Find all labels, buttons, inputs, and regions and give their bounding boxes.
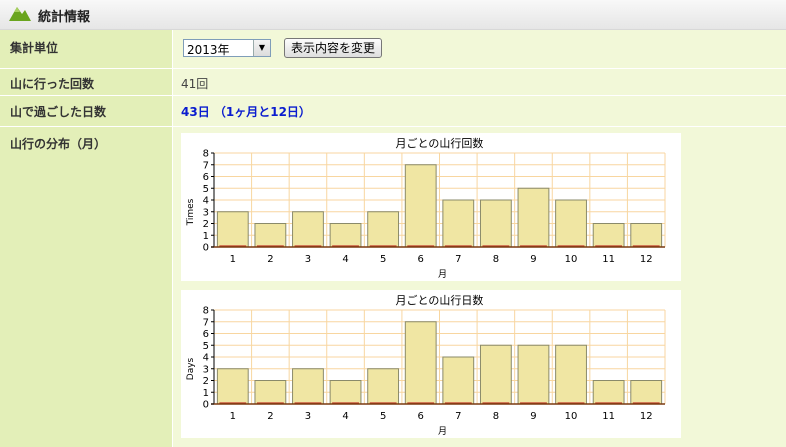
y-tick-label: 8	[203, 149, 209, 160]
chart-title: 月ごとの山行回数	[396, 136, 484, 150]
x-tick-label: 10	[565, 254, 578, 265]
x-tick-label: 8	[493, 411, 499, 422]
y-tick-label: 3	[203, 364, 209, 375]
bar	[555, 199, 587, 248]
y-tick-label: 1	[203, 388, 209, 399]
bar	[479, 199, 512, 248]
x-tick-label: 11	[602, 411, 615, 422]
x-tick-label: 3	[305, 254, 311, 265]
distribution-label: 山行の分布（月）	[10, 137, 107, 151]
x-tick-label: 3	[305, 411, 311, 422]
x-tick-label: 5	[380, 411, 386, 422]
bar	[216, 211, 249, 248]
bar	[254, 380, 287, 405]
y-tick-label: 3	[203, 207, 209, 218]
y-tick-label: 1	[203, 231, 209, 242]
x-tick-label: 12	[640, 254, 653, 265]
x-tick-label: 7	[455, 411, 461, 422]
days-value-link[interactable]: 43日 （1ヶ月と12日）	[181, 103, 311, 120]
bar	[404, 164, 437, 248]
y-tick-label: 0	[203, 400, 209, 411]
days-chart-svg: 月ごとの山行日数0123456781 2 3 4 5 6 7 8 9 10 11 12月Days	[186, 293, 666, 437]
x-tick-label: 9	[530, 411, 536, 422]
y-tick-label: 4	[203, 196, 209, 207]
days-label: 山で過ごした日数	[10, 105, 107, 119]
bar	[517, 187, 550, 248]
bar	[442, 199, 475, 248]
x-tick-label: 6	[418, 411, 424, 422]
bar	[254, 223, 287, 248]
x-axis-label: 月	[438, 269, 447, 280]
bar	[592, 223, 625, 248]
mountain-icon	[9, 7, 31, 21]
bar	[329, 223, 362, 248]
bar	[367, 368, 400, 405]
y-tick-label: 2	[203, 376, 209, 387]
y-tick-label: 5	[203, 341, 209, 352]
bar	[592, 380, 625, 405]
bar	[630, 380, 663, 405]
x-tick-label: 9	[530, 254, 536, 265]
unit-label: 集計単位	[10, 41, 59, 55]
times-chart-svg: 月ごとの山行回数0123456781 2 3 4 5 6 7 8 9 10 11 12月Times	[186, 136, 666, 280]
year-select-value: 2013年	[187, 43, 230, 57]
row-distribution: 山行の分布（月） 月ごとの山行回数 0 1 2 3 4 5 6 7 8 1 2 3 4 5 6 7 8 9 10 11 1…	[0, 127, 786, 447]
bar	[442, 356, 475, 405]
y-tick-label: 7	[203, 317, 209, 328]
bar	[630, 223, 663, 248]
y-tick-label: 8	[203, 306, 209, 317]
y-axis-label: Times	[186, 198, 196, 226]
visits-value: 41回	[181, 77, 209, 91]
x-tick-label: 10	[565, 411, 578, 422]
bar	[292, 368, 324, 405]
times-chart: 月ごとの山行回数 0 1 2 3 4 5 6 7 8 1 2 3 4 5 6 7 8 9 10 11 12 月 Times	[181, 133, 681, 281]
x-tick-label: 1	[230, 254, 236, 265]
x-tick-label: 2	[267, 411, 273, 422]
change-display-button[interactable]: 表示内容を変更	[284, 38, 383, 58]
days-chart: 月ごとの山行日数 0 1 2 3 4 5 6 7 8 1 2 3 4 5 6 7 8 9 10 11 12 月 Days	[181, 290, 681, 438]
section-title: 統計情報	[38, 10, 91, 25]
visits-label: 山に行った回数	[10, 77, 95, 91]
bar	[329, 380, 362, 405]
x-tick-label: 6	[418, 254, 424, 265]
y-tick-label: 2	[203, 219, 209, 230]
y-tick-label: 5	[203, 184, 209, 195]
y-tick-label: 0	[203, 243, 209, 254]
row-unit: 集計単位 2013年 ▼ 表示内容を変更	[0, 30, 786, 69]
x-tick-label: 1	[230, 411, 236, 422]
y-tick-label: 6	[203, 172, 209, 183]
row-visits: 山に行った回数 41回	[0, 69, 786, 96]
x-tick-label: 2	[267, 254, 273, 265]
x-tick-label: 4	[342, 254, 348, 265]
bar	[367, 211, 400, 248]
chevron-down-icon[interactable]: ▼	[253, 40, 270, 56]
x-tick-label: 4	[342, 411, 348, 422]
section-header: 統計情報	[0, 0, 786, 30]
bar	[216, 368, 249, 405]
year-select[interactable]: 2013年 ▼	[183, 39, 271, 57]
row-days: 山で過ごした日数 43日 （1ヶ月と12日）	[0, 96, 786, 127]
x-axis-label: 月	[438, 426, 447, 437]
bar	[292, 211, 324, 248]
x-tick-label: 7	[455, 254, 461, 265]
bar	[517, 344, 550, 405]
x-tick-label: 11	[602, 254, 615, 265]
y-tick-label: 6	[203, 329, 209, 340]
y-tick-label: 4	[203, 353, 209, 364]
bar	[555, 344, 587, 405]
x-tick-label: 12	[640, 411, 653, 422]
x-tick-label: 5	[380, 254, 386, 265]
x-tick-label: 8	[493, 254, 499, 265]
bar	[404, 321, 437, 405]
chart-title: 月ごとの山行日数	[396, 293, 484, 307]
bar	[479, 344, 512, 405]
y-tick-label: 7	[203, 160, 209, 171]
y-axis-label: Days	[186, 357, 196, 380]
